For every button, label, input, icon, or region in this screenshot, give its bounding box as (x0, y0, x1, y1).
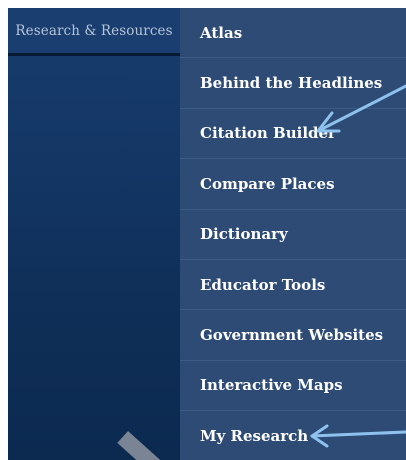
menu-item-label: My Research (200, 426, 309, 445)
menu-item-label: Atlas (200, 23, 243, 42)
menu-item-my-research[interactable]: My Research (180, 411, 406, 460)
scroll-handle (117, 431, 167, 460)
screenshot-stage: Research & Resources Atlas Behind the He… (0, 0, 406, 460)
research-resources-tab[interactable]: Research & Resources (8, 8, 180, 56)
menu-item-dictionary[interactable]: Dictionary (180, 210, 406, 260)
menu-item-label: Dictionary (200, 225, 288, 244)
research-resources-menu: Atlas Behind the Headlines Citation Buil… (180, 8, 406, 460)
menu-item-compare-places[interactable]: Compare Places (180, 159, 406, 210)
menu-item-government-websites[interactable]: Government Websites (180, 310, 406, 361)
side-panel: Research & Resources (8, 8, 180, 460)
menu-item-atlas[interactable]: Atlas (180, 8, 406, 59)
menu-item-behind-the-headlines[interactable]: Behind the Headlines (180, 58, 406, 109)
menu-item-label: Citation Builder (200, 124, 336, 143)
menu-item-label: Compare Places (200, 174, 335, 193)
menu-item-educator-tools[interactable]: Educator Tools (180, 260, 406, 311)
menu-item-label: Educator Tools (200, 275, 326, 294)
menu-item-interactive-maps[interactable]: Interactive Maps (180, 361, 406, 412)
research-resources-label: Research & Resources (15, 22, 173, 39)
menu-item-label: Behind the Headlines (200, 74, 383, 93)
menu-item-label: Government Websites (200, 326, 384, 345)
menu-item-citation-builder[interactable]: Citation Builder (180, 109, 406, 160)
menu-item-label: Interactive Maps (200, 376, 343, 395)
